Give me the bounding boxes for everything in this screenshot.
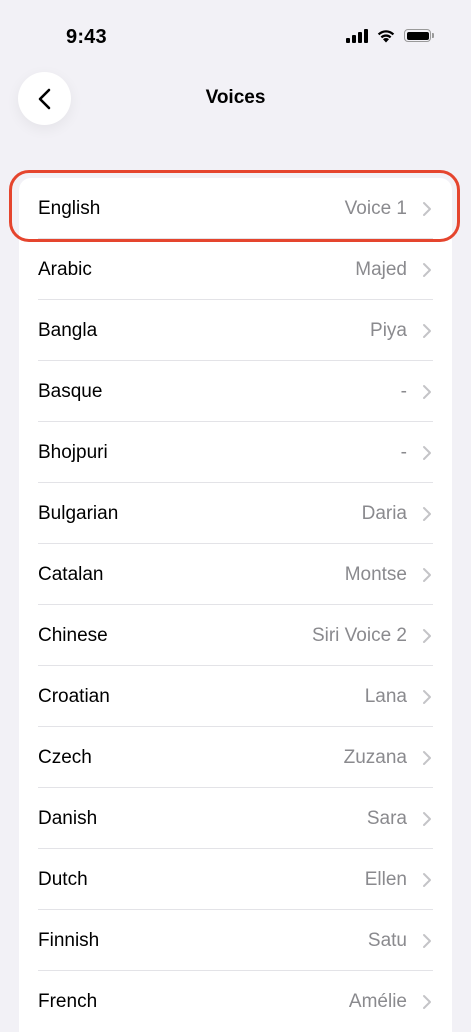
voice-row-chinese[interactable]: Chinese Siri Voice 2 (19, 605, 452, 666)
voice-language: French (38, 990, 98, 1012)
voice-value: Montse (344, 563, 407, 585)
voice-language: Danish (38, 807, 98, 829)
voice-value: Amélie (348, 990, 407, 1012)
voice-language: Bhojpuri (38, 441, 108, 463)
voice-value: Piya (370, 319, 407, 341)
chevron-right-icon (423, 506, 431, 521)
voice-value: Daria (361, 502, 407, 524)
voice-language: Czech (38, 746, 92, 768)
voice-value: Siri Voice 2 (311, 624, 407, 646)
voice-language: Arabic (38, 258, 92, 280)
voice-value: Sara (366, 807, 407, 829)
voice-value: - (400, 380, 407, 402)
voice-row-danish[interactable]: Danish Sara (19, 788, 452, 849)
status-bar: 9:43 (0, 0, 471, 76)
status-time: 9:43 (66, 26, 107, 48)
voice-language: Basque (38, 380, 103, 402)
voice-language: Bangla (38, 319, 98, 341)
chevron-right-icon (423, 384, 431, 399)
chevron-right-icon (423, 933, 431, 948)
battery-icon (404, 29, 434, 42)
voice-language: Finnish (38, 929, 100, 951)
voice-language: Dutch (38, 868, 88, 890)
chevron-right-icon (423, 689, 431, 704)
voice-row-french[interactable]: French Amélie (19, 971, 452, 1032)
cellular-signal-icon (346, 28, 368, 43)
chevron-right-icon (423, 750, 431, 765)
voice-language: Croatian (38, 685, 110, 707)
voice-value: Zuzana (343, 746, 407, 768)
status-icons (346, 28, 434, 43)
voice-row-bulgarian[interactable]: Bulgarian Daria (19, 483, 452, 544)
voice-language: English (38, 197, 101, 219)
voice-row-croatian[interactable]: Croatian Lana (19, 666, 452, 727)
chevron-right-icon (423, 445, 431, 460)
voice-row-catalan[interactable]: Catalan Montse (19, 544, 452, 605)
voice-list: English Voice 1 Arabic Majed Bangla Piya… (19, 178, 452, 1032)
voice-row-english[interactable]: English Voice 1 (19, 178, 452, 239)
page-title: Voices (205, 87, 266, 108)
voice-row-bangla[interactable]: Bangla Piya (19, 300, 452, 361)
voice-value: - (400, 441, 407, 463)
chevron-right-icon (423, 872, 431, 887)
chevron-right-icon (423, 811, 431, 826)
voice-row-bhojpuri[interactable]: Bhojpuri - (19, 422, 452, 483)
voice-row-arabic[interactable]: Arabic Majed (19, 239, 452, 300)
voice-value: Majed (355, 258, 407, 280)
voice-row-finnish[interactable]: Finnish Satu (19, 910, 452, 971)
voice-value: Lana (364, 685, 407, 707)
voice-row-dutch[interactable]: Dutch Ellen (19, 849, 452, 910)
chevron-right-icon (423, 262, 431, 277)
voice-language: Chinese (38, 624, 108, 646)
chevron-right-icon (423, 994, 431, 1009)
voice-value: Ellen (364, 868, 407, 890)
chevron-right-icon (423, 628, 431, 643)
chevron-right-icon (423, 201, 431, 216)
voice-value: Satu (367, 929, 407, 951)
wifi-icon (377, 30, 395, 43)
voice-value: Voice 1 (344, 197, 407, 219)
voice-language: Bulgarian (38, 502, 119, 524)
voice-row-czech[interactable]: Czech Zuzana (19, 727, 452, 788)
chevron-right-icon (423, 323, 431, 338)
voice-row-basque[interactable]: Basque - (19, 361, 452, 422)
chevron-right-icon (423, 567, 431, 582)
voice-language: Catalan (38, 563, 104, 585)
